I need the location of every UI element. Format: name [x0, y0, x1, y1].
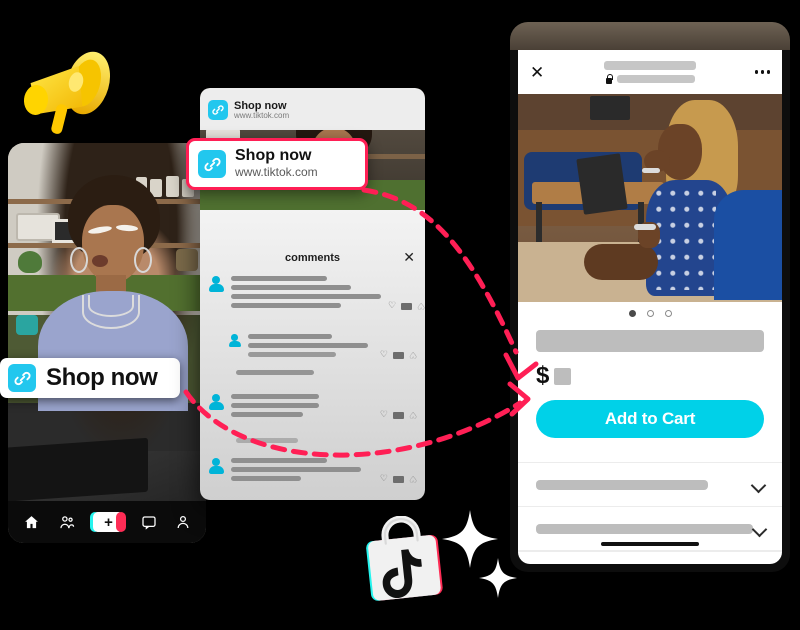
- product-photo: [518, 94, 782, 302]
- heart-icon[interactable]: ♡: [380, 474, 388, 483]
- close-icon[interactable]: ✕: [403, 250, 415, 264]
- url-placeholder: [616, 74, 695, 83]
- close-icon[interactable]: ✕: [530, 64, 544, 81]
- left-phone-mockup: Shop now ♫ +: [8, 143, 206, 543]
- comments-header: comments ✕: [200, 250, 425, 272]
- right-phone-mockup: ✕ $ Add to Cart: [510, 22, 790, 572]
- add-to-cart-button[interactable]: Add to Cart: [536, 400, 764, 438]
- avatar: [208, 394, 224, 410]
- in-app-browser-bar: ✕: [518, 50, 782, 94]
- sparkle-icon: [440, 508, 520, 600]
- dislike-icon[interactable]: ♡: [409, 410, 417, 420]
- left-phone-bottom-nav[interactable]: +: [8, 501, 206, 543]
- shop-now-ad-card-url: www.tiktok.com: [235, 165, 318, 180]
- lock-icon: [605, 73, 613, 84]
- tiktok-shop-bag-icon: [362, 515, 444, 604]
- add-to-cart-label: Add to Cart: [604, 409, 696, 428]
- left-phone-laptop: [8, 437, 148, 503]
- avatar: [228, 334, 241, 347]
- list-item[interactable]: ♡ ♡: [228, 334, 417, 361]
- comments-title: comments: [284, 252, 341, 264]
- accordion-label-placeholder: [536, 479, 708, 490]
- accordion-label-placeholder: [536, 523, 753, 534]
- comments-card-shop-now[interactable]: Shop now www.tiktok.com: [208, 100, 289, 121]
- accordion-row[interactable]: [518, 462, 782, 506]
- page-title-placeholder: [603, 60, 696, 70]
- link-icon: [208, 100, 228, 121]
- nav-friends-icon[interactable]: [58, 514, 76, 531]
- heart-icon[interactable]: ♡: [380, 350, 388, 359]
- comments-card-shop-now-url: www.tiktok.com: [234, 111, 290, 121]
- comment-icon[interactable]: [392, 476, 404, 483]
- dislike-icon[interactable]: ♡: [409, 350, 417, 360]
- comment-actions[interactable]: ♡ ♡: [380, 458, 417, 485]
- dislike-icon[interactable]: ♡: [417, 301, 425, 311]
- url-bar[interactable]: [544, 60, 755, 84]
- carousel-dot[interactable]: [646, 310, 654, 317]
- comment-text-placeholder: [231, 394, 373, 421]
- carousel-dot-active[interactable]: [628, 310, 636, 317]
- right-phone-top-bezel: [510, 22, 790, 50]
- shop-now-ad-card[interactable]: Shop now www.tiktok.com: [186, 138, 368, 190]
- heart-icon[interactable]: ♡: [380, 410, 388, 419]
- chevron-down-icon[interactable]: [753, 523, 764, 535]
- plus-icon: +: [93, 512, 124, 532]
- comment-icon[interactable]: [392, 412, 404, 419]
- chevron-down-icon[interactable]: [752, 479, 764, 491]
- nav-inbox-icon[interactable]: [141, 514, 157, 530]
- list-item[interactable]: ♡ ♡: [208, 276, 425, 312]
- list-item[interactable]: ♡ ♡: [208, 458, 417, 485]
- carousel-dot[interactable]: [664, 310, 672, 317]
- product-title-placeholder: [536, 330, 764, 352]
- comment-icon[interactable]: [392, 352, 404, 359]
- comment-actions[interactable]: ♡ ♡: [388, 276, 425, 312]
- comment-actions[interactable]: ♡ ♡: [380, 334, 417, 361]
- nav-create-button[interactable]: +: [90, 512, 127, 532]
- link-icon: [8, 364, 36, 392]
- avatar: [208, 276, 224, 292]
- scene-root: Shop now ♫ +: [0, 0, 800, 630]
- home-indicator: [601, 542, 699, 546]
- list-item[interactable]: ♡ ♡: [208, 394, 417, 421]
- comment-icon[interactable]: [401, 303, 413, 310]
- carousel-dots[interactable]: [510, 310, 790, 317]
- link-icon: [198, 150, 226, 178]
- product-price: $: [536, 362, 572, 389]
- price-currency-symbol: $: [536, 362, 550, 389]
- comments-panel: comments ✕ ♡ ♡ ♡ ♡ ♡ ♡ ♡ ♡: [200, 210, 425, 500]
- comment-text-placeholder: [231, 458, 373, 485]
- product-detail-sheet: $ Add to Cart: [518, 302, 782, 564]
- comment-text-placeholder: [248, 334, 373, 361]
- shop-now-ad-card-title: Shop now: [235, 147, 312, 165]
- nav-home-icon[interactable]: [23, 514, 40, 531]
- dislike-icon[interactable]: ♡: [409, 474, 417, 484]
- avatar: [208, 458, 224, 474]
- comment-actions[interactable]: ♡ ♡: [380, 394, 417, 421]
- megaphone-icon: [14, 42, 118, 146]
- price-placeholder: [554, 367, 572, 385]
- nav-profile-icon[interactable]: [175, 514, 191, 530]
- left-shop-now-pill-label: Shop now: [46, 364, 158, 391]
- left-shop-now-pill[interactable]: Shop now: [0, 358, 180, 398]
- comment-text-placeholder: [231, 276, 381, 312]
- more-horizontal-icon[interactable]: [754, 70, 770, 74]
- heart-icon[interactable]: ♡: [388, 301, 396, 310]
